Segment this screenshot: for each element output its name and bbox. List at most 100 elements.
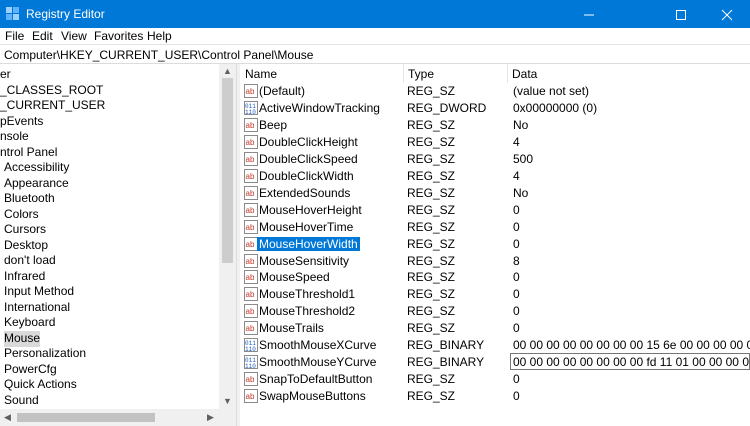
- table-row[interactable]: ab DoubleClickHeight REG_SZ 4: [240, 134, 750, 151]
- string-value-icon: ab: [244, 219, 258, 234]
- table-row[interactable]: ab SnapToDefaultButton REG_SZ 0: [240, 371, 750, 388]
- menu-view[interactable]: View: [61, 29, 87, 43]
- address-bar[interactable]: Computer\HKEY_CURRENT_USER\Control Panel…: [0, 44, 750, 64]
- string-value-icon: ab: [244, 270, 258, 285]
- key-tree[interactable]: er _CLASSES_ROOT _CURRENT_USER pEvents nsole…: [0, 64, 236, 426]
- menu-help[interactable]: Help: [147, 29, 172, 43]
- value-name: MouseHoverWidth: [257, 236, 360, 251]
- scroll-left-icon[interactable]: ◀: [4, 413, 11, 422]
- tree-item[interactable]: _CURRENT_USER: [0, 98, 105, 114]
- value-tooltip: 00 00 00 00 00 00 00 00 fd 11 01 00 00 0…: [510, 353, 750, 370]
- svg-text:110: 110: [245, 109, 256, 115]
- column-header-data[interactable]: Data: [507, 64, 750, 83]
- table-row[interactable]: ab MouseThreshold2 REG_SZ 0: [240, 303, 750, 320]
- table-row[interactable]: ab MouseTrails REG_SZ 0: [240, 320, 750, 337]
- close-button[interactable]: [704, 0, 750, 28]
- table-row[interactable]: ab MouseThreshold1 REG_SZ 0: [240, 286, 750, 303]
- svg-text:ab: ab: [246, 121, 255, 130]
- tree-item[interactable]: Accessibility: [4, 160, 69, 176]
- svg-text:ab: ab: [246, 257, 255, 266]
- tree-item[interactable]: Input Method: [4, 284, 74, 300]
- tree-item[interactable]: er: [0, 67, 11, 83]
- tree-item[interactable]: Mouse: [4, 330, 41, 347]
- table-row[interactable]: ab (Default) REG_SZ (value not set): [240, 83, 750, 100]
- value-type: REG_SZ: [407, 202, 456, 217]
- tree-hscroll-thumb[interactable]: [17, 413, 155, 422]
- tree-item[interactable]: Bluetooth: [4, 191, 55, 207]
- binary-value-icon: 011 110: [244, 338, 258, 353]
- tree-item[interactable]: pEvents: [0, 114, 43, 130]
- table-row[interactable]: ab DoubleClickSpeed REG_SZ 500: [240, 151, 750, 168]
- svg-text:ab: ab: [246, 87, 255, 96]
- string-value-icon: ab: [244, 389, 258, 404]
- table-row[interactable]: 011 110 SmoothMouseXCurve REG_BINARY 00 00 0…: [240, 337, 750, 354]
- string-value-icon: ab: [244, 287, 258, 302]
- tree-item[interactable]: ntrol Panel: [0, 145, 57, 161]
- string-value-icon: ab: [244, 168, 258, 183]
- scroll-right-icon[interactable]: ▶: [207, 413, 214, 422]
- tree-item[interactable]: Keyboard: [4, 315, 55, 331]
- menu-favorites[interactable]: Favorites: [94, 29, 143, 43]
- table-row[interactable]: ab MouseHoverWidth REG_SZ 0: [240, 236, 750, 253]
- table-row[interactable]: ab MouseSensitivity REG_SZ 8: [240, 253, 750, 270]
- value-name: MouseSensitivity: [259, 253, 350, 268]
- value-name: (Default): [259, 84, 306, 98]
- value-type: REG_SZ: [407, 236, 456, 251]
- value-name: MouseSpeed: [259, 270, 330, 285]
- tree-item[interactable]: Personalization: [4, 346, 86, 362]
- string-value-icon: ab: [244, 321, 258, 336]
- tree-item[interactable]: Infrared: [4, 269, 45, 285]
- tree-item[interactable]: Quick Actions: [4, 377, 77, 393]
- menu-bar: File Edit View Favorites Help: [0, 28, 750, 44]
- tree-item[interactable]: International: [4, 300, 70, 316]
- scroll-up-icon[interactable]: ▲: [223, 67, 232, 76]
- scroll-down-icon[interactable]: ▼: [223, 397, 232, 406]
- tree-scroll-thumb[interactable]: [222, 78, 233, 263]
- value-name: MouseHoverTime: [259, 219, 354, 234]
- value-type: REG_SZ: [407, 168, 456, 183]
- menu-edit[interactable]: Edit: [32, 29, 53, 43]
- table-row[interactable]: ab MouseHoverHeight REG_SZ 0: [240, 202, 750, 219]
- svg-text:ab: ab: [246, 392, 255, 401]
- value-data: No: [513, 117, 529, 132]
- value-name: MouseThreshold1: [259, 287, 356, 302]
- svg-text:ab: ab: [246, 138, 255, 147]
- value-type: REG_BINARY: [407, 355, 485, 370]
- value-name: SnapToDefaultButton: [259, 372, 373, 387]
- table-row[interactable]: ab SwapMouseButtons REG_SZ 0: [240, 388, 750, 405]
- value-type: REG_SZ: [407, 117, 456, 132]
- maximize-button[interactable]: [658, 0, 704, 28]
- value-data: 0: [513, 321, 520, 336]
- column-header-name[interactable]: Name: [240, 64, 403, 83]
- value-name: DoubleClickSpeed: [259, 151, 358, 166]
- string-value-icon: ab: [244, 134, 258, 149]
- value-data: 0: [513, 389, 520, 404]
- value-type: REG_SZ: [407, 287, 456, 302]
- tree-item[interactable]: Colors: [4, 207, 39, 223]
- value-type: REG_SZ: [407, 134, 456, 149]
- minimize-button[interactable]: [566, 0, 612, 28]
- tree-item[interactable]: PowerCfg: [4, 362, 57, 378]
- table-row[interactable]: ab Beep REG_SZ No: [240, 117, 750, 134]
- tree-item[interactable]: Sound: [4, 393, 39, 409]
- value-type: REG_SZ: [407, 372, 456, 387]
- table-row[interactable]: ab ExtendedSounds REG_SZ No: [240, 185, 750, 202]
- tree-item[interactable]: Cursors: [4, 222, 46, 238]
- svg-text:ab: ab: [246, 223, 255, 232]
- table-row[interactable]: ab MouseSpeed REG_SZ 0: [240, 269, 750, 286]
- tree-item[interactable]: Appearance: [4, 176, 69, 192]
- table-row[interactable]: ab MouseHoverTime REG_SZ 0: [240, 219, 750, 236]
- value-name: ExtendedSounds: [259, 185, 351, 200]
- menu-file[interactable]: File: [5, 29, 24, 43]
- tree-item[interactable]: nsole: [0, 129, 29, 145]
- column-header-type[interactable]: Type: [403, 64, 507, 83]
- tree-item[interactable]: _CLASSES_ROOT: [0, 83, 103, 99]
- string-value-icon: ab: [244, 372, 258, 387]
- value-name: DoubleClickWidth: [259, 168, 354, 183]
- table-row[interactable]: ab DoubleClickWidth REG_SZ 4: [240, 168, 750, 185]
- table-row[interactable]: 011 110 ActiveWindowTracking REG_DWORD 0x000…: [240, 100, 750, 117]
- tree-item[interactable]: don't load: [4, 253, 56, 269]
- svg-text:110: 110: [245, 346, 256, 352]
- close-icon: [721, 9, 733, 21]
- tree-item[interactable]: Desktop: [4, 238, 48, 254]
